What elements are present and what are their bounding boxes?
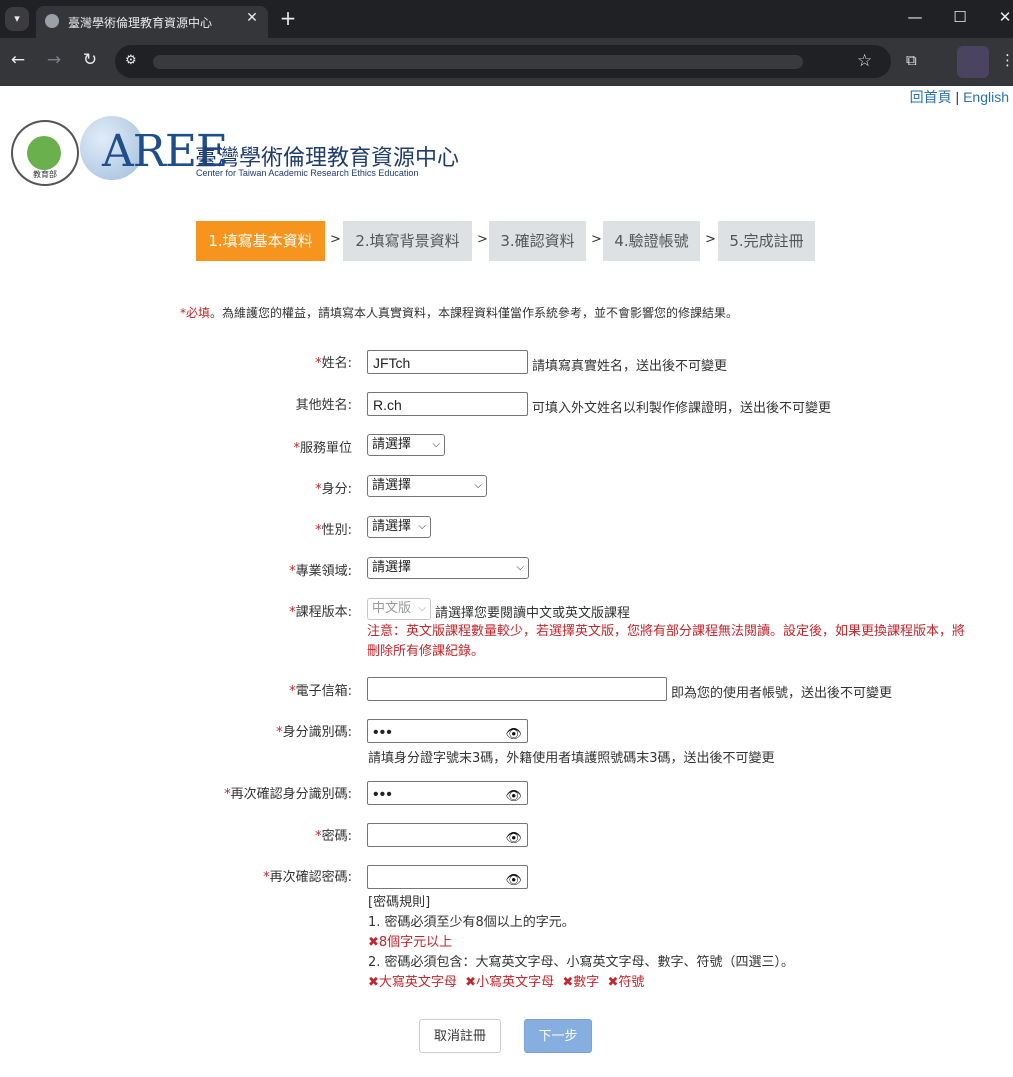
chevron-down-icon: ⌵ (418, 603, 426, 614)
password-confirm-input[interactable]: 👁 (367, 865, 528, 889)
chevron-down-icon: ⌵ (418, 521, 426, 532)
id-code-confirm-input[interactable]: ••• 👁 (367, 781, 528, 805)
moe-logo-text: 教育部 (33, 170, 57, 179)
field-label: *專業領域: (289, 564, 352, 579)
eye-icon[interactable]: 👁 (505, 784, 522, 808)
reload-icon[interactable]: ↻ (78, 50, 102, 70)
step-verify: 4.驗證帳號 (603, 221, 700, 261)
step-separator: > (705, 232, 716, 247)
gender-select[interactable]: 請選擇 ⌵ (367, 516, 431, 538)
cancel-registration-button[interactable]: 取消註冊 (419, 1019, 501, 1053)
step-separator: > (477, 232, 488, 247)
minimize-button[interactable]: — (905, 8, 925, 26)
notice-text: 。為維護您的權益，請填寫本人真實資料，本課程資料僅當作系統參考，並不會影響您的修… (210, 306, 739, 320)
link-separator: | (955, 89, 960, 105)
next-step-button[interactable]: 下一步 (524, 1019, 592, 1053)
home-link[interactable]: 回首頁 (910, 89, 952, 105)
address-bar[interactable]: ⚙ ☆ (115, 45, 891, 78)
email-hint: 即為您的使用者帳號，送出後不可變更 (671, 686, 893, 701)
name-label: *姓名: (315, 356, 352, 371)
tab-search-button[interactable]: ▾ (5, 7, 29, 31)
site-info-icon[interactable]: ⚙ (125, 53, 137, 68)
course-version-hint: 請選擇您要閱讀中文或英文版課程 (435, 606, 631, 621)
required-mark: *必填 (180, 306, 211, 320)
rule-status-digit: ✖數字 (562, 975, 600, 990)
back-icon[interactable]: ← (6, 50, 30, 70)
step-separator: > (330, 232, 341, 247)
browser-tabbar: ▾ 臺灣學術倫理教育資源中心 ✕ + — ☐ ✕ (0, 0, 1013, 38)
gender-label: *性別: (315, 523, 352, 538)
browser-tab[interactable]: 臺灣學術倫理教育資源中心 ✕ (36, 6, 268, 38)
profile-avatar[interactable] (957, 46, 989, 78)
moe-logo: 教育部 (11, 120, 79, 186)
name-input[interactable]: JFTch (367, 350, 528, 374)
menu-icon[interactable]: ⋮ (1000, 51, 1013, 69)
id-code-label: *身分識別碼: (276, 725, 352, 740)
globe-icon (45, 14, 59, 28)
rule-1: 1. 密碼必須至少有8個以上的字元。 (368, 915, 575, 930)
browser-toolbar: ← → ↻ ⚙ ☆ ⧉ ⋮ (0, 38, 1013, 86)
password-label: *密碼: (315, 829, 352, 844)
url-text (153, 55, 803, 69)
new-tab-button[interactable]: + (278, 6, 298, 30)
rule-1-status: ✖8個字元以上 (368, 935, 453, 950)
rule-2-status: ✖大寫英文字母 ✖小寫英文字母 ✖數字 ✖符號 (368, 973, 794, 993)
unit-label: *服務單位 (293, 441, 352, 456)
step-basic-info: 1.填寫基本資料 (196, 221, 325, 261)
english-link[interactable]: English (963, 89, 1009, 105)
eye-icon[interactable]: 👁 (505, 826, 522, 850)
password-confirm-label: *再次確認密碼: (263, 870, 352, 885)
step-confirm: 3.確認資料 (489, 221, 586, 261)
top-links: 回首頁 | English (910, 87, 1009, 107)
other-name-label: 其他姓名: (295, 398, 352, 413)
forward-icon[interactable]: → (42, 50, 66, 70)
id-code-confirm-label: *再次確認身分識別碼: (224, 787, 352, 802)
eye-icon[interactable]: 👁 (505, 868, 522, 892)
field-select[interactable]: 請選擇 ⌵ (367, 557, 529, 579)
name-hint: 請填寫真實姓名，送出後不可變更 (532, 359, 728, 374)
extensions-icon[interactable]: ⧉ (906, 51, 917, 69)
rule-status-lowercase: ✖小寫英文字母 (465, 975, 555, 990)
tab-title: 臺灣學術倫理教育資源中心 (68, 16, 213, 30)
step-background-info: 2.填寫背景資料 (343, 221, 472, 261)
id-code-hint: 請填身分證字號末3碼，外籍使用者填護照號碼末3碼，送出後不可變更 (368, 751, 775, 766)
chevron-down-icon: ⌵ (432, 439, 440, 450)
rule-status-symbol: ✖符號 (607, 975, 645, 990)
other-name-hint: 可填入外文姓名以利製作修課證明，送出後不可變更 (532, 401, 832, 416)
course-version-warning: 注意：英文版課程數量較少，若選擇英文版，您將有部分課程無法閱讀。設定後，如果更換… (367, 624, 966, 659)
identity-select[interactable]: 請選擇 ⌵ (367, 475, 487, 497)
identity-label: *身分: (315, 482, 352, 497)
required-notice: *必填。為維護您的權益，請填寫本人真實資料，本課程資料僅當作系統參考，並不會影響… (180, 304, 738, 321)
other-name-input[interactable]: R.ch (367, 392, 528, 416)
rule-2: 2. 密碼必須包含：大寫英文字母、小寫英文字母、數字、符號（四選三）。 (368, 955, 795, 970)
site-subtitle: Center for Taiwan Academic Research Ethi… (196, 168, 419, 178)
id-code-input[interactable]: ••• 👁 (367, 719, 528, 743)
email-input[interactable] (367, 677, 667, 701)
eye-icon[interactable]: 👁 (505, 722, 522, 746)
aree-logo[interactable]: AREE (80, 116, 228, 184)
maximize-button[interactable]: ☐ (950, 8, 970, 26)
rule-status-uppercase: ✖大寫英文字母 (368, 975, 457, 990)
chevron-down-icon: ⌵ (474, 480, 482, 491)
close-window-button[interactable]: ✕ (995, 8, 1013, 26)
tab-close-button[interactable]: ✕ (242, 10, 262, 26)
course-version-label: *課程版本: (289, 605, 352, 620)
unit-select[interactable]: 請選擇 ⌵ (367, 434, 445, 456)
chevron-down-icon: ⌵ (516, 562, 524, 573)
password-input[interactable]: 👁 (367, 823, 528, 847)
step-complete: 5.完成註冊 (718, 221, 815, 261)
password-rules: [密碼規則] 1. 密碼必須至少有8個以上的字元。 ✖8個字元以上 2. 密碼必… (368, 893, 794, 993)
email-label: *電子信箱: (289, 684, 352, 699)
course-version-select[interactable]: 中文版 ⌵ (367, 598, 431, 620)
moe-emblem-icon (27, 136, 61, 170)
step-separator: > (591, 232, 602, 247)
bookmark-star-icon[interactable]: ☆ (857, 51, 872, 71)
rules-title: [密碼規則] (368, 895, 431, 910)
